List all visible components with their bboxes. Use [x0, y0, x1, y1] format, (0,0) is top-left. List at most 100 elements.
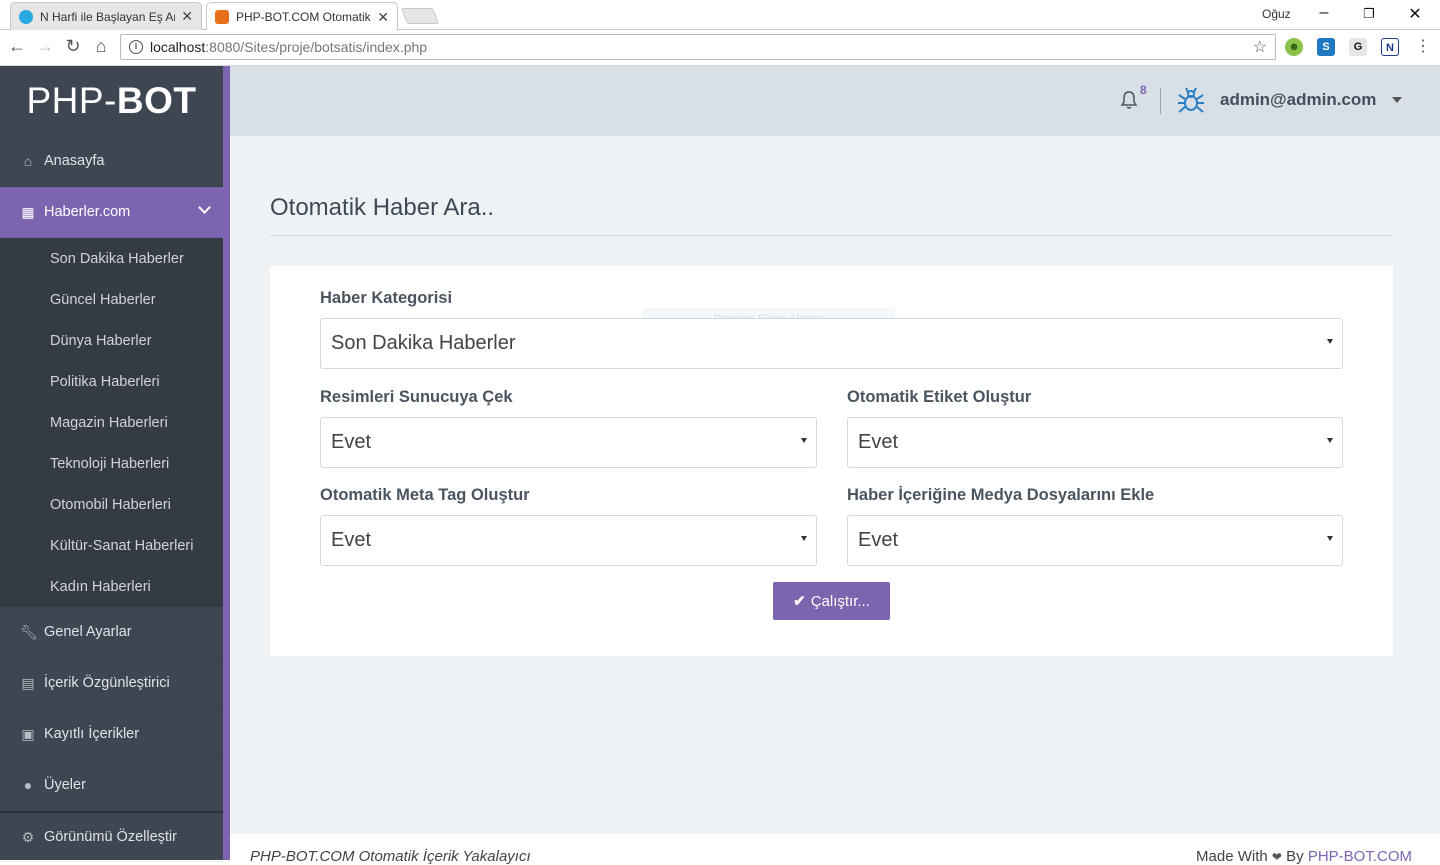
document-icon: ▤	[21, 674, 35, 691]
select-caret-icon	[801, 536, 807, 541]
tags-label: Otomatik Etiket Oluştur	[847, 388, 1032, 406]
restore-icon[interactable]: ❐	[1357, 6, 1381, 22]
n-extension-icon[interactable]: N	[1381, 38, 1399, 56]
back-icon[interactable]: ←	[6, 36, 28, 57]
check-icon: ✔	[793, 593, 806, 610]
home-icon[interactable]: ⌂	[90, 36, 112, 57]
sidebar-item-label: Genel Ayarlar	[44, 624, 132, 640]
grid-icon: ▦	[21, 203, 35, 220]
window-close-icon[interactable]: ✕	[1403, 4, 1427, 24]
browser-tab-active[interactable]: PHP-BOT.COM Otomatik ✕	[206, 2, 398, 31]
close-tab-icon[interactable]: ✕	[181, 8, 193, 25]
top-header: 8 admin@admin.com	[230, 66, 1440, 136]
media-select[interactable]: Evet	[847, 515, 1343, 566]
media-select-value: Evet	[858, 529, 899, 551]
footer-link[interactable]: PHP-BOT.COM	[1308, 848, 1412, 865]
images-label: Resimleri Sunucuya Çek	[320, 388, 513, 406]
sidebar-item-uyeler[interactable]: ● Üyeler	[0, 760, 223, 811]
tab-title: PHP-BOT.COM Otomatik	[236, 10, 371, 24]
submenu-item[interactable]: Güncel Haberler	[0, 279, 223, 320]
browser-toolbar: ← → ↻ ⌂ i localhost:8080/Sites/proje/bot…	[0, 30, 1440, 66]
submenu-item[interactable]: Dünya Haberler	[0, 320, 223, 361]
tab-title: N Harfi ile Başlayan Eş An	[40, 9, 176, 24]
s-extension-icon[interactable]: S	[1317, 38, 1335, 56]
images-select[interactable]: Evet	[320, 417, 817, 468]
sidebar-item-label: Anasayfa	[44, 153, 105, 169]
submenu-item[interactable]: Otomobil Haberleri	[0, 484, 223, 525]
user-email[interactable]: admin@admin.com	[1220, 90, 1376, 110]
frog-extension-icon[interactable]: ☻	[1285, 38, 1303, 56]
brand-bold: BOT	[116, 80, 197, 121]
forward-icon[interactable]: →	[34, 36, 56, 57]
tab-favicon-icon	[215, 10, 229, 24]
save-icon: ▣	[21, 725, 35, 742]
sidebar-accent-border	[223, 66, 230, 860]
submenu-item[interactable]: Kadın Haberleri	[0, 566, 223, 607]
category-select[interactable]: Son Dakika Haberler	[320, 318, 1343, 369]
browser-tab[interactable]: N Harfi ile Başlayan Eş An ✕	[10, 2, 202, 30]
title-divider	[270, 235, 1393, 236]
run-button[interactable]: ✔ Çalıştır...	[773, 582, 890, 620]
browser-tab-bar: N Harfi ile Başlayan Eş An ✕ PHP-BOT.COM…	[0, 0, 1440, 31]
select-caret-icon	[1327, 438, 1333, 443]
gear-icon: ⚙	[21, 828, 35, 845]
bookmark-star-icon[interactable]: ☆	[1253, 37, 1267, 57]
close-tab-icon[interactable]: ✕	[377, 9, 389, 26]
brand-prefix: PHP-	[26, 80, 117, 121]
footer-made-with-text: Made With	[1196, 848, 1268, 865]
select-caret-icon	[1327, 536, 1333, 541]
wrench-icon: 🔧︎	[20, 623, 38, 640]
bell-icon[interactable]	[1120, 90, 1138, 110]
select-caret-icon	[1327, 339, 1333, 344]
meta-select[interactable]: Evet	[320, 515, 817, 566]
submenu-item[interactable]: Magazin Haberleri	[0, 402, 223, 443]
submenu-item[interactable]: Politika Haberleri	[0, 361, 223, 402]
tags-select[interactable]: Evet	[847, 417, 1343, 468]
new-tab-button[interactable]	[401, 8, 439, 24]
caret-down-icon[interactable]	[1392, 97, 1402, 103]
sidebar-item-genel-ayarlar[interactable]: 🔧︎ Genel Ayarlar	[0, 607, 223, 658]
brand-logo[interactable]: PHP- BOT	[0, 66, 223, 136]
footer-made-with: Made With ❤ By PHP-BOT.COM	[1196, 848, 1412, 865]
select-caret-icon	[801, 438, 807, 443]
heart-icon: ❤	[1271, 850, 1282, 864]
g-extension-icon[interactable]: G	[1349, 38, 1367, 56]
user-icon: ●	[23, 777, 33, 793]
home-icon: ⌂	[23, 153, 33, 169]
sidebar-item-gorunum[interactable]: ⚙ Görünümü Özelleştir	[0, 811, 223, 862]
sidebar-item-label: Haberler.com	[44, 204, 131, 220]
search-form-panel: Pencere Ekran Alıntısı Haber Kategorisi …	[270, 266, 1393, 656]
footer-credit: PHP-BOT.COM Otomatik İçerik Yakalayıcı	[250, 848, 531, 865]
address-bar[interactable]: i localhost:8080/Sites/proje/botsatis/in…	[120, 34, 1276, 60]
sidebar-item-label: Üyeler	[44, 777, 86, 793]
spider-avatar-icon	[1178, 87, 1204, 113]
notification-count-badge: 8	[1140, 83, 1147, 97]
browser-menu-icon[interactable]: ⋮	[1412, 36, 1434, 56]
media-label: Haber İçeriğine Medya Dosyalarını Ekle	[847, 486, 1155, 504]
run-button-label: Çalıştır...	[810, 592, 870, 610]
app-root: PHP- BOT ⌂ Anasayfa ▦ Haberler.com Son Da…	[0, 66, 1440, 865]
meta-label: Otomatik Meta Tag Oluştur	[320, 486, 530, 504]
submenu-item[interactable]: Kültür-Sanat Haberleri	[0, 525, 223, 566]
url-path: :8080/Sites/proje/botsatis/index.php	[205, 39, 428, 55]
sidebar-item-icerik-ozgunlestirici[interactable]: ▤ İçerik Özgünleştirici	[0, 658, 223, 709]
sidebar-item-label: Görünümü Özelleştir	[44, 829, 177, 845]
header-divider	[1160, 88, 1161, 114]
footer-by-text: By	[1286, 848, 1304, 865]
page-title: Otomatik Haber Ara..	[270, 194, 495, 221]
submenu-item[interactable]: Son Dakika Haberler	[0, 238, 223, 279]
browser-profile-name[interactable]: Oğuz	[1262, 7, 1291, 21]
sidebar-item-label: İçerik Özgünleştirici	[44, 675, 170, 691]
category-label: Haber Kategorisi	[320, 289, 453, 307]
sidebar-submenu: Son Dakika Haberler Güncel Haberler Düny…	[0, 238, 223, 607]
sidebar-item-kayitli-icerikler[interactable]: ▣ Kayıtlı İçerikler	[0, 709, 223, 760]
url-host: localhost	[150, 39, 206, 55]
site-info-icon[interactable]: i	[129, 40, 143, 54]
minimize-icon[interactable]: –	[1312, 4, 1336, 22]
reload-icon[interactable]: ↻	[62, 36, 84, 57]
sidebar-item-haberler[interactable]: ▦ Haberler.com	[0, 187, 223, 238]
sidebar-item-anasayfa[interactable]: ⌂ Anasayfa	[0, 136, 223, 187]
tab-favicon-icon	[19, 9, 33, 24]
sidebar-item-label: Kayıtlı İçerikler	[44, 726, 140, 742]
submenu-item[interactable]: Teknoloji Haberleri	[0, 443, 223, 484]
